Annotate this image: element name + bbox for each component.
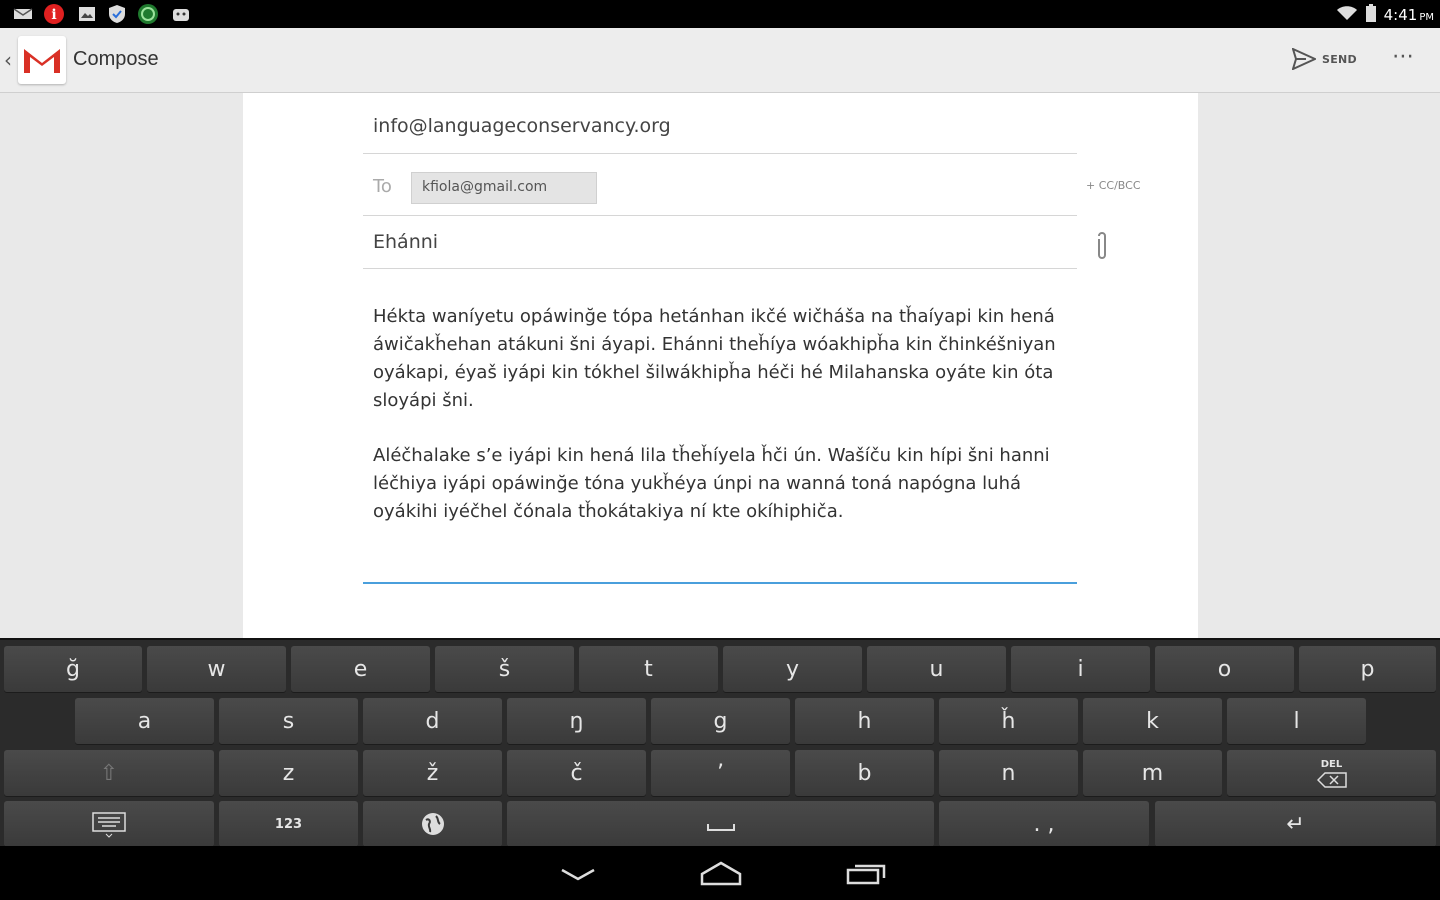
- punctuation-key[interactable]: . ,: [939, 801, 1149, 847]
- backspace-icon: [1316, 772, 1347, 788]
- send-label: SEND: [1322, 52, 1357, 66]
- key-p[interactable]: p: [1299, 646, 1436, 692]
- space-icon: [706, 824, 735, 831]
- key-u[interactable]: u: [867, 646, 1006, 692]
- key-n[interactable]: n: [939, 750, 1078, 796]
- key-s[interactable]: s: [219, 698, 358, 744]
- status-right: 4:41 PM: [1336, 4, 1434, 26]
- svg-text:i: i: [51, 7, 56, 23]
- app-red-icon: i: [42, 4, 66, 24]
- action-bar: ‹ Compose SEND ⋯: [0, 28, 1440, 93]
- android-icon: [170, 5, 192, 23]
- subject-text: Ehánni: [373, 231, 439, 253]
- image-icon: [76, 5, 98, 23]
- key-g-breve[interactable]: ğ: [4, 646, 142, 692]
- key-z-caron[interactable]: ž: [363, 750, 502, 796]
- key-d[interactable]: d: [363, 698, 502, 744]
- space-key[interactable]: [507, 801, 934, 847]
- shift-key[interactable]: ⇧: [4, 750, 214, 796]
- key-z[interactable]: z: [219, 750, 358, 796]
- key-b[interactable]: b: [795, 750, 934, 796]
- navigation-bar: [0, 846, 1440, 900]
- key-m[interactable]: m: [1083, 750, 1222, 796]
- key-c-caron[interactable]: č: [507, 750, 646, 796]
- key-eng[interactable]: ŋ: [507, 698, 646, 744]
- hide-keyboard-icon[interactable]: [560, 866, 596, 886]
- content-area: info@languageconservancy.org To kfiola@g…: [0, 93, 1440, 638]
- send-icon: [1292, 48, 1316, 70]
- key-w[interactable]: w: [147, 646, 286, 692]
- email-icon: [12, 5, 34, 23]
- send-button[interactable]: SEND: [1292, 48, 1357, 70]
- globe-icon: [421, 813, 444, 835]
- body-field[interactable]: Hékta waníyetu opáwinğe tópa hetánhan ik…: [363, 293, 1077, 584]
- attachment-icon[interactable]: [1095, 231, 1109, 261]
- key-o[interactable]: o: [1155, 646, 1294, 692]
- body-paragraph-2: Aléčhalake s’e iyápi kin hená lila tȟeȟí…: [373, 445, 1050, 522]
- keyboard-switch-key[interactable]: [4, 801, 214, 847]
- soft-keyboard: ğ w e š t y u i o p a s d ŋ g h ȟ k l ⇧ …: [0, 638, 1440, 847]
- page-title: Compose: [73, 48, 159, 70]
- key-k[interactable]: k: [1083, 698, 1222, 744]
- keyboard-icon: [92, 812, 126, 838]
- recycle-icon: [136, 4, 160, 24]
- to-field[interactable]: To kfiola@gmail.com: [363, 163, 1077, 216]
- to-label: To: [373, 176, 392, 197]
- language-key[interactable]: [363, 801, 502, 847]
- battery-icon: [1365, 4, 1376, 26]
- key-l[interactable]: l: [1227, 698, 1366, 744]
- key-i[interactable]: i: [1011, 646, 1150, 692]
- shield-icon: [106, 5, 128, 23]
- enter-key[interactable]: ↵: [1155, 801, 1436, 847]
- numbers-key[interactable]: 123: [219, 801, 358, 847]
- key-h-caron[interactable]: ȟ: [939, 698, 1078, 744]
- key-e[interactable]: e: [291, 646, 430, 692]
- key-y[interactable]: y: [723, 646, 862, 692]
- from-address: info@languageconservancy.org: [373, 115, 671, 137]
- wifi-icon: [1336, 5, 1358, 25]
- recipient-chip[interactable]: kfiola@gmail.com: [411, 172, 597, 204]
- key-s-caron[interactable]: š: [435, 646, 574, 692]
- subject-field[interactable]: Ehánni: [363, 221, 1077, 269]
- key-apostrophe[interactable]: ’: [651, 750, 790, 796]
- delete-key[interactable]: DEL: [1227, 750, 1436, 796]
- delete-label: DEL: [1320, 759, 1343, 770]
- key-g[interactable]: g: [651, 698, 790, 744]
- key-a[interactable]: a: [75, 698, 214, 744]
- key-t[interactable]: t: [579, 646, 718, 692]
- back-icon[interactable]: ‹: [4, 48, 12, 72]
- clock: 4:41 PM: [1383, 6, 1434, 24]
- from-field[interactable]: info@languageconservancy.org: [363, 109, 1077, 154]
- gmail-logo-icon[interactable]: [18, 36, 66, 84]
- cc-bcc-button[interactable]: + CC/BCC: [1086, 179, 1141, 192]
- recent-apps-icon[interactable]: [846, 861, 886, 889]
- compose-card: info@languageconservancy.org To kfiola@g…: [243, 93, 1198, 638]
- overflow-menu-icon[interactable]: ⋯: [1392, 44, 1415, 69]
- status-bar: i 4:41 PM: [0, 0, 1440, 28]
- key-h[interactable]: h: [795, 698, 934, 744]
- home-icon[interactable]: [700, 860, 742, 890]
- body-paragraph-1: Hékta waníyetu opáwinğe tópa hetánhan ik…: [373, 306, 1056, 411]
